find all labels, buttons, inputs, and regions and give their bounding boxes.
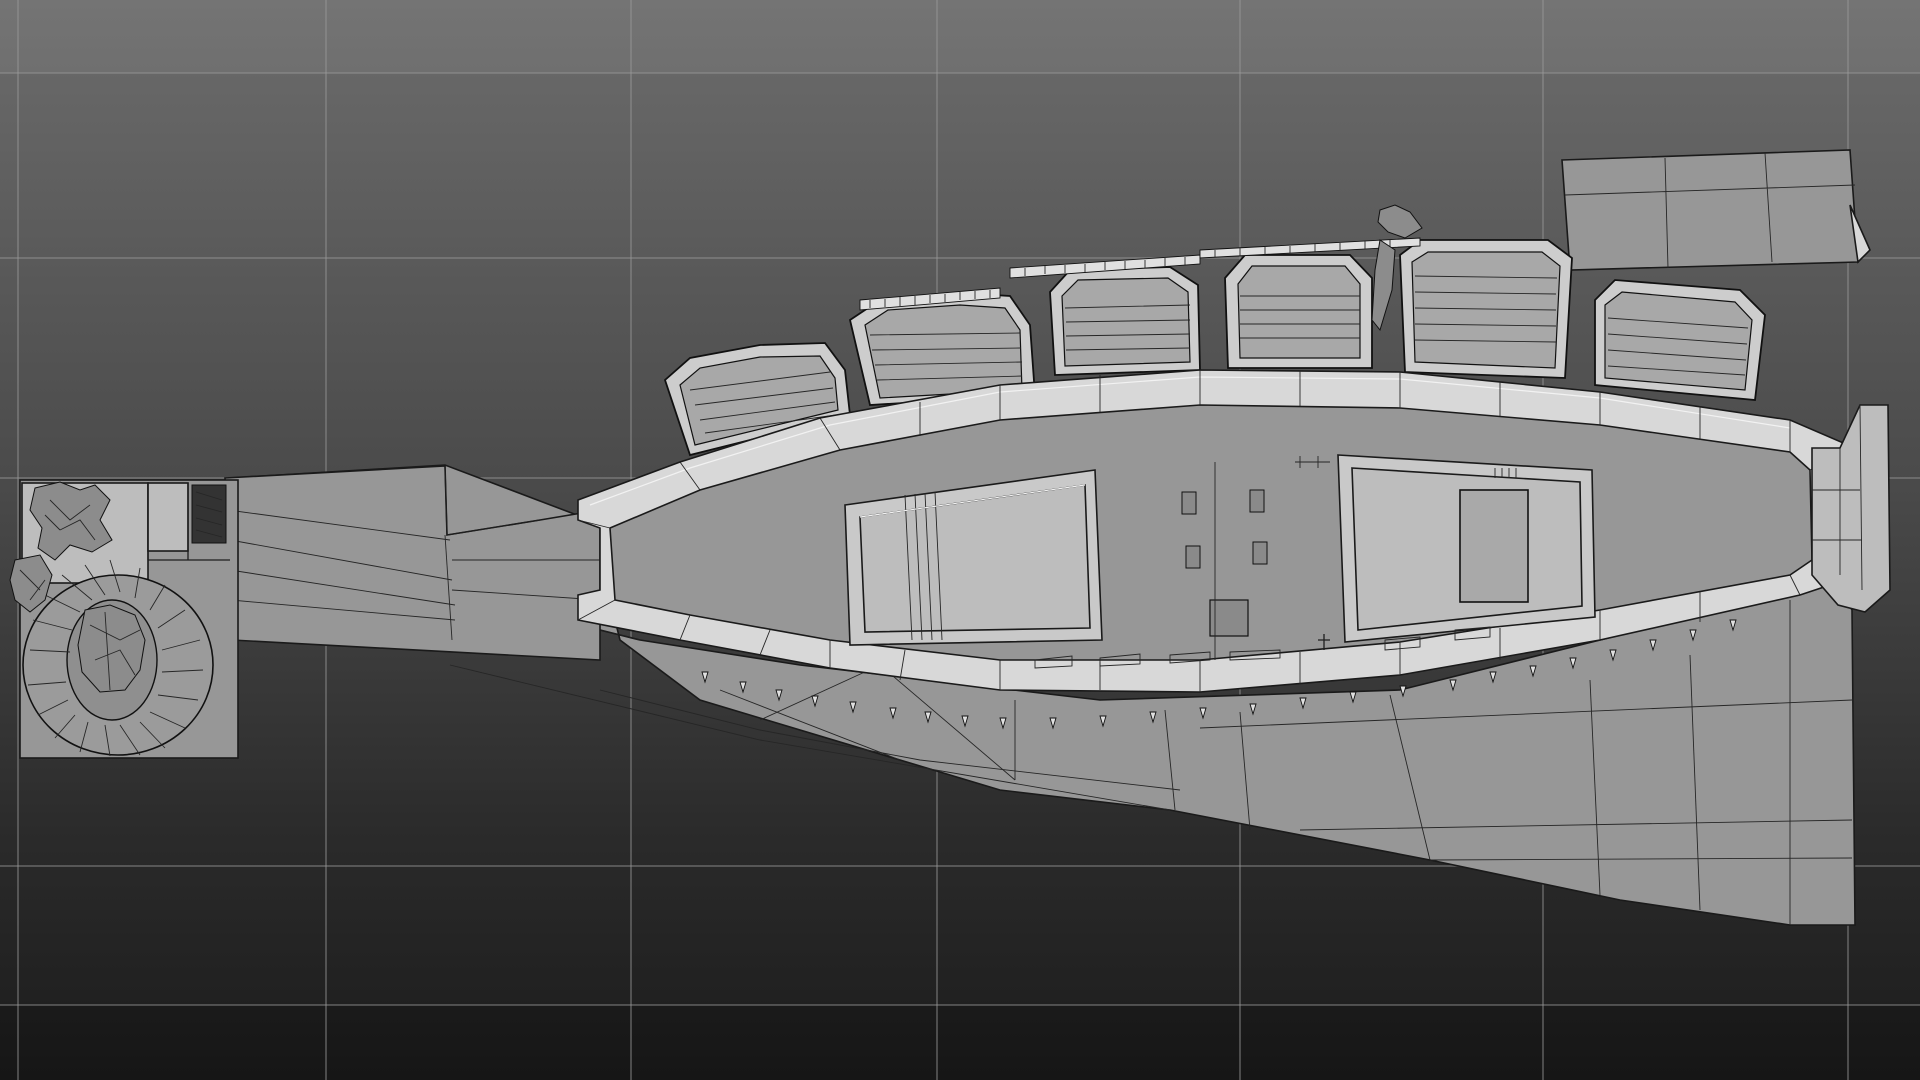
ramp-corridor[interactable] xyxy=(224,465,601,661)
scene-mesh[interactable] xyxy=(0,0,1920,1080)
wall-pod-3[interactable] xyxy=(1049,266,1201,376)
inner-platform-right-slot xyxy=(1459,489,1529,603)
3d-viewport[interactable] xyxy=(0,0,1920,1080)
top-right-block[interactable] xyxy=(1561,149,1871,271)
stair-tower[interactable] xyxy=(9,479,239,759)
wall-pod-5[interactable] xyxy=(1399,239,1573,379)
wall-pod-4[interactable] xyxy=(1224,254,1373,369)
wall-pod-6[interactable] xyxy=(1594,279,1766,401)
stair-tower-niche xyxy=(147,482,189,552)
inner-platform-right[interactable] xyxy=(1337,454,1596,643)
dark-niche-detail xyxy=(191,484,227,544)
